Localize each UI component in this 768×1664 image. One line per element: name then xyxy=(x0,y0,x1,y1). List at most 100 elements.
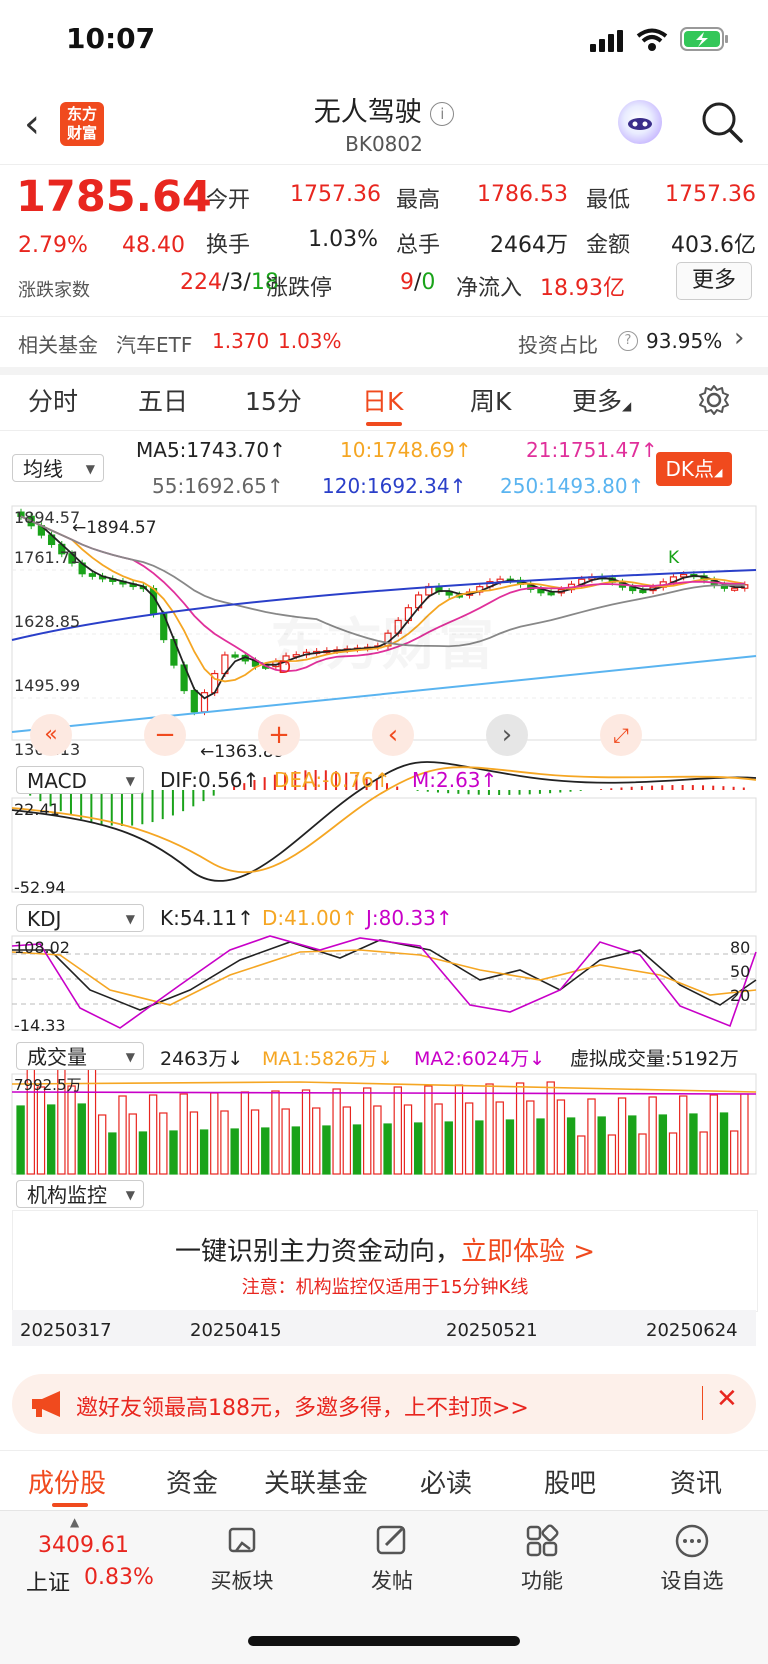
kdj-level-50: 50 xyxy=(730,962,751,981)
assistant-robot-icon[interactable] xyxy=(618,100,662,144)
fund-label: 相关基金 xyxy=(18,333,98,357)
function-button[interactable]: 功能 xyxy=(492,1521,592,1595)
buy-sector-icon xyxy=(228,1527,256,1553)
tab-components[interactable]: 成份股 xyxy=(28,1463,106,1500)
scroll-left-icon[interactable]: ‹ xyxy=(372,714,414,756)
fund-pct: 1.03% xyxy=(278,329,342,353)
tab-5day[interactable]: 五日 xyxy=(138,382,188,418)
kdj-j: J:80.33↑ xyxy=(366,906,453,930)
volume-bar xyxy=(16,1105,25,1175)
info-icon[interactable]: i xyxy=(430,102,455,126)
low-label: 最低 xyxy=(586,188,631,213)
macd-dif: DIF:0.56↑ xyxy=(160,768,260,792)
kdj-d: D:41.00↑ xyxy=(262,906,359,930)
kdj-level-20: 20 xyxy=(730,986,751,1005)
zoom-in-icon[interactable]: + xyxy=(258,714,300,756)
volume-bar xyxy=(475,1120,484,1175)
scroll-left-fast-icon[interactable]: « xyxy=(30,714,72,756)
volume-bar xyxy=(179,1093,188,1175)
vol-ma1: MA1:5826万↓ xyxy=(262,1048,394,1070)
tab-weekly[interactable]: 周K xyxy=(470,382,511,418)
volume-bar xyxy=(454,1084,464,1175)
monitor-banner[interactable]: 一键识别主力资金动向，立即体验 > 注意：机构监控仅适用于15分钟K线 xyxy=(12,1210,758,1312)
kline-chart[interactable] xyxy=(0,430,768,1210)
indicator-select-macd[interactable]: MACD ▼ xyxy=(16,766,144,794)
date-3: 20250521 xyxy=(446,1320,538,1341)
status-time: 10:07 xyxy=(66,22,156,55)
add-watchlist-button[interactable]: 设自选 xyxy=(642,1521,742,1595)
fund-price: 1.370 xyxy=(212,329,270,353)
status-bar: 10:07 xyxy=(0,0,768,82)
volume-bar xyxy=(658,1114,668,1175)
tab-news[interactable]: 资讯 xyxy=(670,1463,722,1500)
k-line xyxy=(12,939,757,1011)
close-icon[interactable]: ✕ xyxy=(716,1384,738,1414)
monitor-cta[interactable]: 立即体验 > xyxy=(461,1237,595,1267)
battery-icon xyxy=(680,27,728,51)
volume-bar xyxy=(577,1135,586,1175)
search-icon[interactable] xyxy=(700,100,744,144)
grid-icon xyxy=(526,1524,559,1557)
volume-bar xyxy=(240,1091,250,1175)
monitor-headline: 一键识别主力资金动向，立即体验 > xyxy=(174,1237,596,1267)
volume-bar xyxy=(148,1094,158,1175)
indicator-select-volume[interactable]: 成交量 ▼ xyxy=(16,1042,144,1070)
tab-15min[interactable]: 15分 xyxy=(245,382,302,418)
volume-bar xyxy=(312,1107,321,1175)
candle-body xyxy=(190,689,198,713)
breadth-values: 224/3/18 xyxy=(180,270,279,295)
volume-bar xyxy=(424,1085,433,1175)
volume-bar xyxy=(444,1121,453,1175)
candle-body xyxy=(547,592,555,596)
volume-bar xyxy=(556,1099,566,1175)
tab-must-read[interactable]: 必读 xyxy=(420,1463,472,1500)
volume-bar xyxy=(199,1129,209,1175)
volume-bar xyxy=(67,1085,76,1175)
invite-banner[interactable]: 邀好友领最高188元，多邀多得，上不封顶>> ✕ xyxy=(12,1374,756,1434)
wifi-icon xyxy=(636,28,668,51)
tab-minute[interactable]: 分时 xyxy=(28,382,78,418)
volume-bar xyxy=(403,1104,413,1175)
more-button[interactable]: 更多 xyxy=(676,262,752,300)
limit-label: 涨跌停 xyxy=(266,276,333,301)
change-pct: 2.79% xyxy=(18,233,88,258)
scroll-right-icon[interactable]: › xyxy=(486,714,528,756)
index-value[interactable]: 3409.61 xyxy=(38,1533,129,1558)
tab-funds[interactable]: 资金 xyxy=(166,1463,218,1500)
tab-forum[interactable]: 股吧 xyxy=(544,1463,596,1500)
volume-bar xyxy=(363,1087,372,1175)
volume-bar xyxy=(526,1100,535,1175)
tab-daily[interactable]: 日K xyxy=(362,382,403,418)
volume-bar xyxy=(393,1086,402,1175)
inflow-value: 18.93亿 xyxy=(540,276,625,301)
volume-bar xyxy=(250,1109,260,1175)
indicator-select-monitor[interactable]: 机构监控 ▼ xyxy=(16,1180,144,1208)
macd-bottom: -52.94 xyxy=(14,878,66,897)
buy-sector-button[interactable]: 买板块 xyxy=(192,1521,292,1595)
date-axis: 20250317 20250415 20250521 20250624 xyxy=(12,1310,756,1346)
candle-body xyxy=(731,587,739,591)
volume-bar xyxy=(546,1081,555,1175)
index-pct[interactable]: 0.83% xyxy=(84,1565,154,1590)
volume-bar xyxy=(648,1096,657,1175)
vol-value: 2463万↓ xyxy=(160,1048,244,1070)
tab-related-funds[interactable]: 关联基金 xyxy=(264,1463,368,1500)
post-button[interactable]: 发帖 xyxy=(342,1521,442,1595)
volume-bar xyxy=(108,1132,117,1175)
tab-more[interactable]: 更多◢ xyxy=(572,382,631,418)
help-icon[interactable]: ? xyxy=(618,331,638,351)
zoom-out-icon[interactable]: − xyxy=(144,714,186,756)
macd-panel xyxy=(11,797,757,893)
amount-label: 金额 xyxy=(586,233,631,258)
volume-bar xyxy=(271,1090,280,1175)
volume-bar xyxy=(413,1122,423,1175)
fullscreen-icon[interactable]: ⤢ xyxy=(600,714,642,756)
settings-gear-icon[interactable] xyxy=(698,384,730,416)
volume-bar xyxy=(607,1134,617,1175)
volume-bar xyxy=(730,1130,739,1175)
related-fund-row[interactable]: 相关基金 汽车ETF 1.370 1.03% 投资占比 ? 93.95% › xyxy=(0,316,768,375)
index-name[interactable]: 上证 xyxy=(26,1565,70,1597)
indicator-select-kdj[interactable]: KDJ ▼ xyxy=(16,904,144,932)
turnover-value: 1.03% xyxy=(308,227,378,252)
volume-bar xyxy=(301,1089,311,1175)
